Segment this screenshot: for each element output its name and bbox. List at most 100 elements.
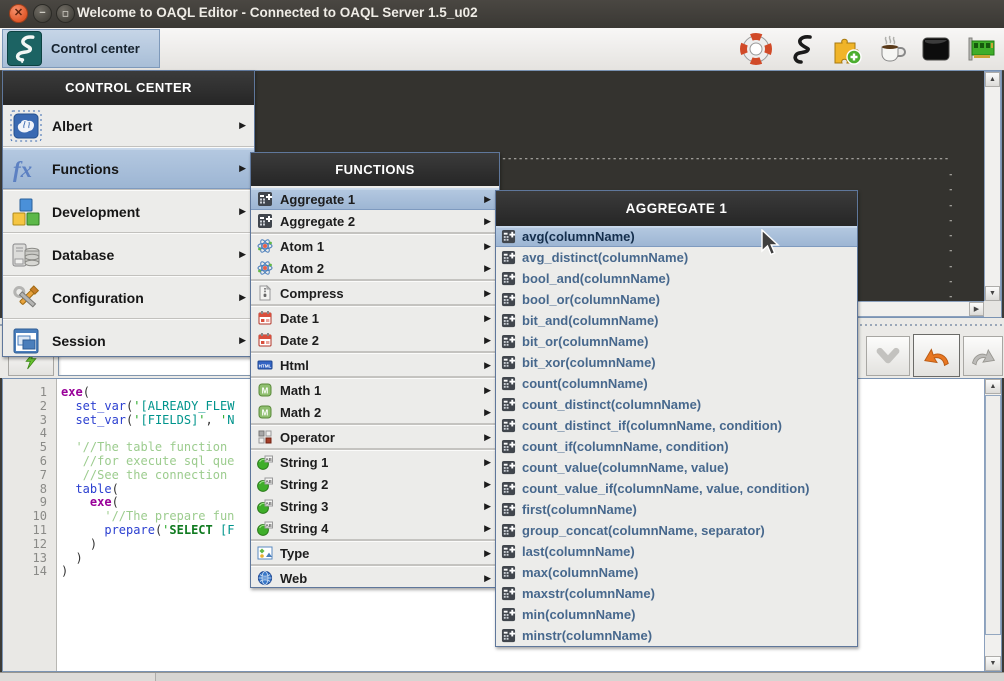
aggregate-icon — [501, 376, 516, 391]
submenu-arrow-icon: ▶ — [484, 523, 491, 534]
menu-item-bool-and[interactable]: bool_and(columnName) — [496, 268, 857, 289]
menu-item-avg-label: avg(columnName) — [522, 229, 635, 244]
menu-item-last[interactable]: last(columnName) — [496, 541, 857, 562]
menu-item-database[interactable]: Database▶ — [3, 234, 254, 275]
menu-item-count-value-if[interactable]: count_value_if(columnName, value, condit… — [496, 478, 857, 499]
menu-item-count-value[interactable]: count_value(columnName, value) — [496, 457, 857, 478]
undo-icon — [922, 341, 952, 371]
menu-item-string-3[interactable]: ABString 3▶ — [251, 495, 499, 517]
menu-item-string-2[interactable]: ABString 2▶ — [251, 473, 499, 495]
menu-item-math-1[interactable]: MMath 1▶ — [251, 379, 499, 401]
console-vertical-scrollbar[interactable]: ▲ ▼ — [984, 71, 1001, 302]
minimize-button[interactable]: − — [33, 4, 52, 23]
menu-item-session[interactable]: Session▶ — [3, 320, 254, 361]
menu-item-count-label: count(columnName) — [522, 376, 648, 391]
scrollbar-thumb[interactable] — [985, 395, 1001, 635]
menu-item-string-4-label: String 4 — [280, 521, 328, 536]
menu-item-atom-1[interactable]: Atom 1▶ — [251, 235, 499, 257]
menu-item-type[interactable]: Type▶ — [251, 542, 499, 564]
menu-item-bit-and-label: bit_and(columnName) — [522, 313, 659, 328]
menu-item-bit-xor[interactable]: bit_xor(columnName) — [496, 352, 857, 373]
maximize-button[interactable]: ◻ — [56, 4, 75, 23]
menu-item-aggregate-2[interactable]: Aggregate 2▶ — [251, 210, 499, 232]
submenu-arrow-icon: ▶ — [484, 573, 491, 584]
html-icon: HTML — [257, 357, 273, 373]
redo-button[interactable] — [963, 336, 1003, 376]
menu-item-last-label: last(columnName) — [522, 544, 635, 559]
menu-item-bit-and[interactable]: bit_and(columnName) — [496, 310, 857, 331]
menu-item-count-if[interactable]: count_if(columnName, condition) — [496, 436, 857, 457]
submenu-arrow-icon: ▶ — [484, 194, 491, 205]
scroll-down-icon[interactable]: ▼ — [985, 286, 1000, 301]
menu-item-math-2[interactable]: MMath 2▶ — [251, 401, 499, 423]
menu-item-development[interactable]: Development▶ — [3, 191, 254, 232]
aggregate-icon — [501, 418, 516, 433]
menu-item-web[interactable]: Web▶ — [251, 567, 499, 589]
terminal-icon[interactable] — [920, 33, 952, 65]
submenu-arrow-icon: ▶ — [484, 457, 491, 468]
menu-item-maxstr[interactable]: maxstr(columnName) — [496, 583, 857, 604]
scroll-right-icon[interactable]: ▶ — [969, 302, 984, 316]
undo-button[interactable] — [913, 334, 960, 377]
snake-icon[interactable] — [785, 33, 817, 65]
control-center-button[interactable]: Control center — [2, 29, 160, 68]
menu-item-bool-or[interactable]: bool_or(columnName) — [496, 289, 857, 310]
add-plugin-icon[interactable] — [830, 33, 862, 65]
menu-item-date-2[interactable]: Date 2▶ — [251, 329, 499, 351]
line-number: 12 — [3, 538, 56, 552]
menu-item-albert-label: Albert — [52, 118, 92, 134]
menu-item-string-1[interactable]: ABString 1▶ — [251, 451, 499, 473]
menu-item-bit-or-label: bit_or(columnName) — [522, 334, 648, 349]
menu-item-html[interactable]: HTMLHtml▶ — [251, 354, 499, 376]
svg-text:AB: AB — [266, 479, 272, 484]
scroll-down-icon[interactable]: ▼ — [985, 656, 1001, 671]
menu-item-min[interactable]: min(columnName) — [496, 604, 857, 625]
aggregate-icon — [501, 460, 516, 475]
expand-button[interactable] — [866, 336, 910, 376]
menu-item-count-distinct-if[interactable]: count_distinct_if(columnName, condition) — [496, 415, 857, 436]
line-number: 7 — [3, 469, 56, 483]
scroll-up-icon[interactable]: ▲ — [985, 379, 1001, 394]
menu-item-avg-distinct[interactable]: avg_distinct(columnName) — [496, 247, 857, 268]
menu-item-minstr[interactable]: minstr(columnName) — [496, 625, 857, 646]
menu-item-string-1-label: String 1 — [280, 455, 328, 470]
line-number: 2 — [3, 400, 56, 414]
menu-item-avg[interactable]: avg(columnName) — [496, 226, 857, 247]
menu-item-operator[interactable]: Operator▶ — [251, 426, 499, 448]
line-number: 6 — [3, 455, 56, 469]
functions-menu: FUNCTIONS Aggregate 1▶Aggregate 2▶Atom 1… — [250, 152, 500, 588]
menu-item-string-4[interactable]: ABString 4▶ — [251, 517, 499, 539]
menu-item-first[interactable]: first(columnName) — [496, 499, 857, 520]
menu-item-count[interactable]: count(columnName) — [496, 373, 857, 394]
menu-item-compress[interactable]: Compress▶ — [251, 282, 499, 304]
menu-item-functions[interactable]: fxFunctions▶ — [3, 148, 254, 189]
editor-vertical-scrollbar[interactable]: ▲ ▼ — [984, 379, 1001, 671]
menu-item-minstr-label: minstr(columnName) — [522, 628, 652, 643]
menu-item-max[interactable]: max(columnName) — [496, 562, 857, 583]
submenu-arrow-icon: ▶ — [484, 335, 491, 346]
help-icon[interactable] — [740, 33, 772, 65]
titlebar: ✕ − ◻ Welcome to OAQL Editor - Connected… — [0, 0, 1004, 29]
menu-item-configuration-label: Configuration — [52, 290, 144, 306]
menu-item-bool-or-label: bool_or(columnName) — [522, 292, 660, 307]
menu-item-albert[interactable]: Albert▶ — [3, 105, 254, 146]
date-icon — [257, 310, 273, 326]
menu-item-count-distinct[interactable]: count_distinct(columnName) — [496, 394, 857, 415]
menu-item-atom-2[interactable]: Atom 2▶ — [251, 257, 499, 279]
close-button[interactable]: ✕ — [9, 4, 28, 23]
menu-item-group-concat[interactable]: group_concat(columnName, separator) — [496, 520, 857, 541]
network-card-icon[interactable] — [965, 33, 997, 65]
line-number-gutter: 1234567891011121314 — [3, 379, 57, 671]
albert-icon — [10, 110, 42, 142]
string-icon: AB — [257, 476, 273, 492]
menu-item-date-1[interactable]: Date 1▶ — [251, 307, 499, 329]
snake-logo-icon — [7, 31, 42, 66]
coffee-icon[interactable] — [875, 33, 907, 65]
scroll-up-icon[interactable]: ▲ — [985, 72, 1000, 87]
menu-item-bit-or[interactable]: bit_or(columnName) — [496, 331, 857, 352]
menu-item-aggregate-1[interactable]: Aggregate 1▶ — [251, 188, 499, 210]
menu-item-configuration[interactable]: Configuration▶ — [3, 277, 254, 318]
redo-icon — [969, 342, 997, 370]
aggregate-icon — [501, 250, 516, 265]
menu-item-bool-and-label: bool_and(columnName) — [522, 271, 670, 286]
